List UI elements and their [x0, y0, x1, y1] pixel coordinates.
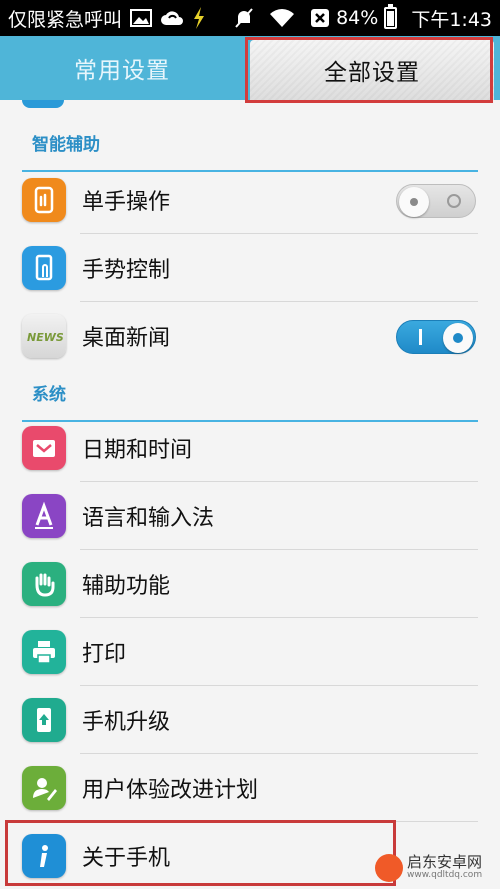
- mute-icon: [234, 7, 254, 29]
- tab-all-settings[interactable]: 全部设置: [250, 40, 494, 100]
- battery-percent: 84%: [336, 7, 379, 29]
- item-label: 语言和输入法: [82, 506, 215, 531]
- flash-icon: [192, 7, 206, 29]
- language-icon: [22, 494, 66, 538]
- gesture-icon: [22, 246, 66, 290]
- item-label: 用户体验改进计划: [82, 778, 259, 803]
- battery-icon: [384, 4, 398, 29]
- list-item-language-input[interactable]: 语言和输入法: [0, 482, 500, 550]
- user-edit-icon: [22, 766, 66, 810]
- list-item-gesture[interactable]: 手势控制: [0, 234, 500, 302]
- watermark-url: www.qdltdq.com: [407, 870, 483, 881]
- item-label: 打印: [82, 642, 127, 667]
- item-label: 桌面新闻: [82, 326, 171, 351]
- list-item-desktop-news[interactable]: NEWS 桌面新闻: [0, 302, 500, 370]
- section-title: 智能辅助: [32, 135, 100, 155]
- desktop-news-toggle[interactable]: [396, 320, 476, 354]
- item-label: 手机升级: [82, 710, 171, 735]
- section-title: 系统: [32, 385, 66, 405]
- cloud-sync-icon: [160, 8, 184, 28]
- list-item-accessibility[interactable]: 辅助功能: [0, 550, 500, 618]
- watermark-name: 启东安卓网: [407, 853, 483, 872]
- one-hand-icon: [22, 178, 66, 222]
- one-hand-toggle[interactable]: [396, 184, 476, 218]
- list-item-date-time[interactable]: 日期和时间: [0, 414, 500, 482]
- list-item-user-experience[interactable]: 用户体验改进计划: [0, 754, 500, 822]
- list-item-one-hand[interactable]: 单手操作: [0, 166, 500, 234]
- item-label: 手势控制: [82, 258, 171, 283]
- printer-icon: [22, 630, 66, 674]
- item-label: 日期和时间: [82, 438, 193, 463]
- no-sim-icon: [310, 8, 330, 28]
- tab-common-settings[interactable]: 常用设置: [0, 36, 244, 100]
- wifi-icon: [268, 7, 296, 29]
- svg-text:NEWS: NEWS: [27, 331, 63, 344]
- upgrade-icon: [22, 698, 66, 742]
- item-label: 辅助功能: [82, 574, 171, 599]
- watermark-logo-icon: [375, 854, 403, 882]
- news-icon: NEWS: [22, 314, 66, 358]
- carrier-text: 仅限紧急呼叫: [8, 8, 123, 31]
- item-label: 单手操作: [82, 190, 171, 215]
- settings-tab-bar: 常用设置 全部设置: [0, 36, 500, 100]
- clock-icon: [22, 426, 66, 470]
- status-bar: 仅限紧急呼叫 84% 下午1:43: [0, 0, 500, 36]
- gallery-icon: [130, 9, 153, 27]
- item-label: 关于手机: [82, 846, 171, 871]
- hand-icon: [22, 562, 66, 606]
- partial-item-icon: [22, 100, 64, 108]
- section-header-smart-assist: 智能辅助: [0, 120, 500, 172]
- clock-time: 下午1:43: [411, 8, 492, 31]
- list-item-phone-upgrade[interactable]: 手机升级: [0, 686, 500, 754]
- watermark: 启东安卓网 www.qdltdq.com: [375, 850, 495, 886]
- info-icon: [22, 834, 66, 878]
- list-item-print[interactable]: 打印: [0, 618, 500, 686]
